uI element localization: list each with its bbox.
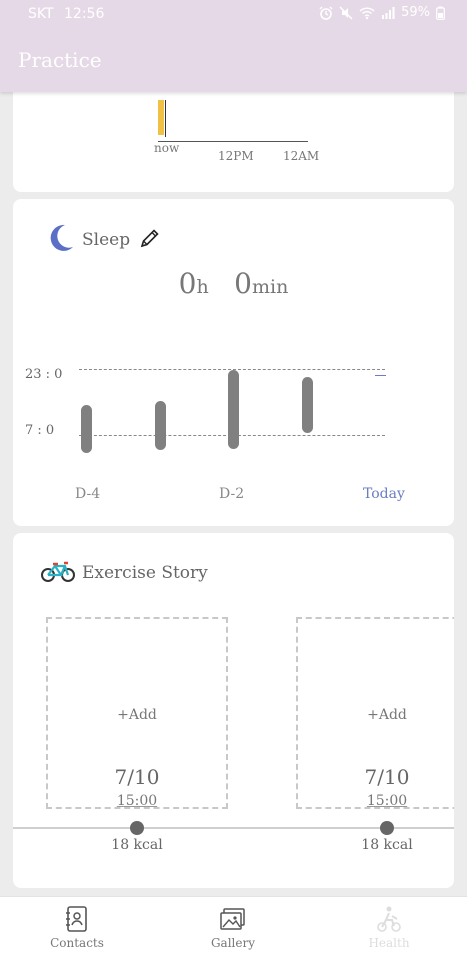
exercise-header: Exercise Story bbox=[40, 559, 208, 587]
nav-label-contacts: Contacts bbox=[50, 936, 104, 950]
battery-icon bbox=[436, 6, 445, 20]
sleep-card[interactable]: Sleep 0h 0min 23 : 0 7 : 0 D-4 D-2 Today bbox=[13, 199, 454, 526]
timeline-now-marker bbox=[165, 100, 166, 137]
story-time: 15:00 bbox=[366, 793, 408, 809]
sleep-bar-d3[interactable] bbox=[155, 401, 166, 450]
exercise-card: Exercise Story +Add 7/10 15:00 +Add 7/10… bbox=[13, 533, 454, 888]
exercise-timeline-dot[interactable] bbox=[130, 821, 144, 835]
story-date: 7/10 bbox=[364, 765, 410, 789]
sleep-x-label-d4: D-4 bbox=[75, 486, 101, 502]
timeline-activity-bar bbox=[158, 100, 164, 135]
story-kcal: 18 kcal bbox=[361, 837, 413, 853]
nav-item-contacts[interactable]: Contacts bbox=[27, 897, 127, 960]
timeline-card[interactable]: now 12PM 12AM bbox=[13, 84, 454, 192]
add-story-button[interactable]: +Add bbox=[48, 707, 226, 723]
bicycle-icon bbox=[40, 559, 76, 587]
story-time: 15:00 bbox=[116, 793, 158, 809]
alarm-icon bbox=[319, 6, 333, 20]
timeline-label-12pm: 12PM bbox=[218, 149, 254, 163]
sleep-x-label-d2: D-2 bbox=[219, 486, 245, 502]
nav-item-health[interactable]: Health bbox=[339, 897, 439, 960]
sleep-total-duration: 0h 0min bbox=[13, 267, 454, 300]
story-date: 7/10 bbox=[114, 765, 160, 789]
signal-icon bbox=[381, 6, 395, 19]
nav-item-gallery[interactable]: Gallery bbox=[183, 897, 283, 960]
sleep-y-label-23: 23 : 0 bbox=[25, 367, 63, 382]
story-kcal: 18 kcal bbox=[111, 837, 163, 853]
page-title: Practice bbox=[18, 48, 102, 72]
sleep-hours-value: 0 bbox=[178, 267, 197, 300]
gallery-icon bbox=[183, 905, 283, 933]
sleep-hours-unit: h bbox=[196, 276, 209, 298]
wifi-icon bbox=[359, 6, 375, 20]
timeline-axis bbox=[158, 141, 308, 142]
nav-label-gallery: Gallery bbox=[210, 936, 256, 950]
status-icons: 59% bbox=[319, 5, 445, 20]
exercise-story-card[interactable]: +Add 7/10 15:00 bbox=[46, 617, 228, 809]
sleep-today-marker bbox=[375, 375, 386, 376]
moon-icon bbox=[46, 223, 74, 257]
sleep-bar-d1[interactable] bbox=[302, 377, 313, 433]
battery-percent: 59% bbox=[401, 5, 430, 20]
sleep-header: Sleep bbox=[46, 223, 162, 257]
mute-icon bbox=[339, 6, 353, 20]
edit-pencil-icon[interactable] bbox=[138, 226, 162, 254]
sleep-y-label-7: 7 : 0 bbox=[25, 423, 55, 438]
contacts-icon bbox=[27, 905, 127, 933]
sleep-bar-d2[interactable] bbox=[228, 370, 239, 449]
sleep-minutes-unit: min bbox=[252, 276, 289, 298]
carrier-label: SKT bbox=[28, 6, 54, 22]
status-bar: SKT 12:56 59% bbox=[0, 0, 467, 30]
exercise-title: Exercise Story bbox=[82, 563, 208, 583]
sleep-x-label-today: Today bbox=[363, 486, 405, 502]
exercise-timeline-dot[interactable] bbox=[380, 821, 394, 835]
exercise-story-card[interactable]: +Add 7/10 15:00 bbox=[296, 617, 454, 809]
sleep-minutes-value: 0 bbox=[234, 267, 252, 300]
sleep-bar-d4[interactable] bbox=[81, 405, 92, 453]
timeline-label-12am: 12AM bbox=[283, 149, 320, 163]
app-bar: Practice bbox=[0, 30, 467, 92]
sleep-title: Sleep bbox=[82, 230, 131, 250]
health-icon bbox=[339, 905, 439, 933]
add-story-button[interactable]: +Add bbox=[298, 707, 454, 723]
timeline-label-now: now bbox=[154, 141, 180, 155]
nav-label-health: Health bbox=[368, 936, 410, 950]
bottom-navigation: Contacts Gallery Health bbox=[0, 896, 467, 960]
clock: 12:56 bbox=[64, 6, 105, 22]
